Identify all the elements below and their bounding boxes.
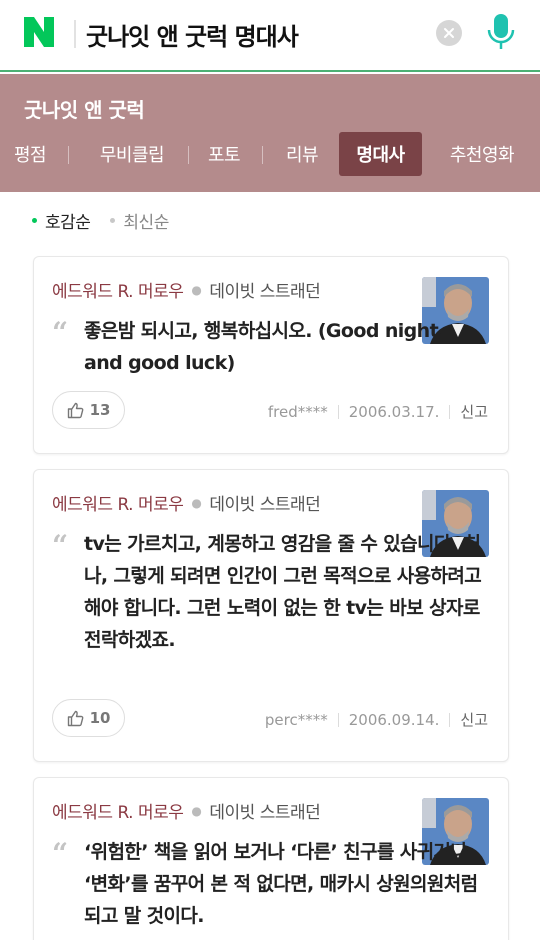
quote-icon: “ [52,529,69,562]
inactive-dot-icon [110,217,116,223]
thumbs-up-icon [67,710,83,726]
clear-button[interactable] [436,20,462,46]
role-name[interactable]: 에드워드 R. 머로우 [52,490,184,515]
quote-text: ‘위험한’ 책을 읽어 보거나 ‘다른’ 친구를 사귀거나 ‘변화’를 꿈꾸어 … [84,841,478,927]
movie-header: 굿나잇 앤 굿럭 평점 무비클립 포토 리뷰 명대사 추천영화 [0,74,540,192]
search-bar: 굿나잇 앤 굿럭 명대사 [0,0,540,72]
separator-dot: ● [191,495,202,510]
meta-divider [337,712,339,727]
role-name[interactable]: 에드워드 R. 머로우 [52,798,184,823]
tab-divider [262,146,263,164]
actor-name[interactable]: 데이빗 스트래던 [209,277,320,302]
naver-logo-icon[interactable] [22,15,56,49]
meta-divider [449,404,451,419]
quote-icon: “ [52,837,69,870]
quote-card: 에드워드 R. 머로우 ● 데이빗 스트래던 “ ‘위험한’ 책을 읽어 보거나… [33,777,509,940]
role-name[interactable]: 에드워드 R. 머로우 [52,277,184,302]
search-divider [74,20,76,48]
tab-photos[interactable]: 포토 [196,132,252,176]
quote-card: 에드워드 R. 머로우 ● 데이빗 스트래던 “ tv는 가르치고, 계몽하고 … [33,469,509,762]
quote-card: 에드워드 R. 머로우 ● 데이빗 스트래던 “ 좋은밤 되시고, 행복하십시오… [33,256,509,454]
search-input[interactable]: 굿나잇 앤 굿럭 명대사 [86,17,299,52]
post-date: 2006.09.14. [348,710,440,729]
tab-bar: 평점 무비클립 포토 리뷰 명대사 추천영화 [0,132,540,176]
separator-dot: ● [191,282,202,297]
report-link[interactable]: 신고 [460,709,488,730]
quote-meta: perc**** 2006.09.14. 신고 [265,709,488,730]
sort-latest[interactable]: 최신순 [110,208,169,233]
card-header: 에드워드 R. 머로우 ● 데이빗 스트래던 [52,490,321,515]
tab-famous-lines[interactable]: 명대사 [339,132,422,176]
tab-reviews[interactable]: 리뷰 [274,132,330,176]
tab-divider [68,146,69,164]
meta-divider [449,712,451,727]
tab-divider [188,146,189,164]
quote-text: 좋은밤 되시고, 행복하십시오. (Good night, and good l… [84,320,445,374]
card-header: 에드워드 R. 머로우 ● 데이빗 스트래던 [52,798,321,823]
clear-icon [444,28,454,38]
quote-icon: “ [52,316,69,349]
active-dot-icon [32,217,37,223]
sort-latest-label: 최신순 [123,212,169,233]
thumbs-up-icon [67,402,83,418]
card-header: 에드워드 R. 머로우 ● 데이빗 스트래던 [52,277,321,302]
post-date: 2006.03.17. [348,402,440,421]
like-button[interactable]: 13 [52,391,125,429]
author-id: fred**** [267,402,328,421]
quote-meta: fred**** 2006.03.17. 신고 [268,401,488,422]
meta-divider [337,404,339,419]
mic-icon[interactable] [485,12,517,52]
quote-text: tv는 가르치고, 계몽하고 영감을 줄 수 있습니다. 허나, 그렇게 되려면… [84,533,482,651]
tab-recommended[interactable]: 추천영화 [432,132,532,176]
like-count: 13 [89,401,111,419]
like-button[interactable]: 10 [52,699,125,737]
separator-dot: ● [191,803,202,818]
like-count: 10 [89,709,111,727]
sort-popular-label: 호감순 [45,212,91,233]
sort-options: 호감순 최신순 [32,208,189,233]
actor-name[interactable]: 데이빗 스트래던 [209,490,320,515]
author-id: perc**** [264,710,328,729]
sort-popular[interactable]: 호감순 [32,208,91,233]
tab-ratings[interactable]: 평점 [0,132,60,176]
actor-name[interactable]: 데이빗 스트래던 [209,798,320,823]
movie-title[interactable]: 굿나잇 앤 굿럭 [24,94,145,123]
report-link[interactable]: 신고 [460,401,488,422]
tab-movie-clips[interactable]: 무비클립 [78,132,186,176]
